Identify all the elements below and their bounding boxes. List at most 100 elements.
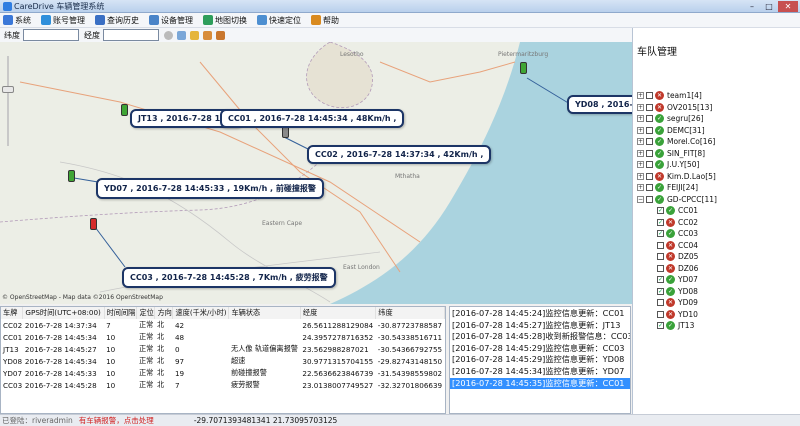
tree-checkbox[interactable] — [646, 138, 653, 146]
expand-icon[interactable]: + — [637, 184, 644, 192]
tree-checkbox[interactable] — [646, 149, 653, 157]
expand-icon[interactable]: + — [637, 149, 644, 157]
expand-icon[interactable]: + — [637, 161, 644, 169]
pencil-icon[interactable] — [216, 30, 225, 40]
log-line[interactable]: [2016-07-28 14:45:34]监控信息更新：YD07 — [450, 366, 630, 378]
log-line[interactable]: [2016-07-28 14:45:29]监控信息更新：YD08 — [450, 354, 630, 366]
vehicle-marker-yd08[interactable] — [520, 62, 527, 74]
log-line[interactable]: [2016-07-28 14:45:29]监控信息更新：CC03 — [450, 343, 630, 355]
column-header[interactable]: 纬度 — [375, 307, 445, 319]
table-row[interactable]: CC02 2016-7-28 14:37:34 7 正常北 42 26.561128812… — [1, 319, 445, 331]
expand-icon[interactable]: − — [637, 195, 644, 203]
expand-icon[interactable]: + — [637, 138, 644, 146]
tree-group[interactable]: + ✓ Morel.Co[16] — [637, 136, 717, 148]
tree-checkbox[interactable] — [646, 126, 653, 134]
callout-cc01[interactable]: CC01 , 2016-7-28 14:45:34 , 48Km/h , — [220, 109, 405, 128]
tree-checkbox[interactable] — [646, 172, 653, 180]
tree-vehicle[interactable]: ✓ ✓ CC01 — [637, 205, 717, 217]
tree-checkbox[interactable]: ✓ — [657, 276, 664, 284]
column-header[interactable]: 时间间隔 — [104, 307, 138, 319]
column-header[interactable]: 方向 — [154, 307, 174, 319]
log-line[interactable]: [2016-07-28 14:45:28]收到新报警信息：CC03 — [450, 331, 630, 343]
tree-vehicle[interactable]: ✓ ✓ YD08 — [637, 286, 717, 298]
minimize-button[interactable]: – — [744, 1, 760, 12]
menu-item-2[interactable]: 查询历史 — [95, 15, 139, 26]
tree-checkbox[interactable]: ✓ — [657, 322, 664, 330]
tree-checkbox[interactable]: ✓ — [657, 230, 664, 238]
tree-vehicle[interactable]: ✕ DZ06 — [637, 263, 717, 275]
tree-checkbox[interactable] — [657, 264, 664, 272]
expand-icon[interactable]: + — [637, 92, 644, 100]
menu-item-0[interactable]: 系统 — [3, 15, 31, 26]
vehicle-marker-yd07[interactable] — [68, 170, 75, 182]
alarm-notice-link[interactable]: 有车辆报警，点击处理 — [79, 415, 154, 426]
longitude-input[interactable] — [103, 29, 159, 41]
tree-group[interactable]: + ✓ DEMC[31] — [637, 125, 717, 137]
menu-item-4[interactable]: 地图切换 — [203, 15, 247, 26]
zoom-thumb[interactable] — [2, 86, 14, 93]
tree-checkbox[interactable] — [646, 161, 653, 169]
latitude-input[interactable] — [23, 29, 79, 41]
menu-item-6[interactable]: 帮助 — [311, 15, 339, 26]
table-row[interactable]: YD08 2016-7-28 14:45:34 10 正常北 97 超速 30.977131… — [1, 355, 445, 367]
column-header[interactable]: GPS时间(UTC+08:00) — [22, 307, 105, 319]
column-header[interactable]: 车辆状态 — [228, 307, 301, 319]
event-log[interactable]: [2016-07-28 14:45:24]监控信息更新：CC01 [2016-07… — [449, 306, 631, 414]
measure-icon[interactable] — [190, 30, 199, 40]
menu-item-3[interactable]: 设备管理 — [149, 15, 193, 26]
tree-group[interactable]: + ✕ Kim.D.Lao[5] — [637, 171, 717, 183]
tree-checkbox[interactable] — [657, 310, 664, 318]
maximize-button[interactable]: □ — [761, 1, 777, 12]
tree-group[interactable]: + ✓ J.U.Y[50] — [637, 159, 717, 171]
tree-checkbox[interactable] — [646, 92, 653, 100]
tree-checkbox[interactable] — [646, 195, 653, 203]
tree-vehicle[interactable]: ✓ ✓ YD07 — [637, 274, 717, 286]
table-row[interactable]: JT13 2016-7-28 14:45:27 10 正常北 0 无人像 轨道偏离报警 23… — [1, 343, 445, 355]
column-header[interactable]: 经度 — [300, 307, 377, 319]
tree-vehicle[interactable]: ✕ CC04 — [637, 240, 717, 252]
edit-icon[interactable] — [203, 30, 212, 40]
tree-vehicle[interactable]: ✓ ✕ CC02 — [637, 217, 717, 229]
table-row[interactable]: YD07 2016-7-28 14:45:33 10 正常北 19 前碰撞报警 22.563… — [1, 367, 445, 379]
tree-group[interactable]: + ✕ OV2015[13] — [637, 102, 717, 114]
tree-group[interactable]: + ✓ segru[26] — [637, 113, 717, 125]
tree-vehicle[interactable]: ✕ YD10 — [637, 309, 717, 321]
tree-checkbox[interactable]: ✓ — [657, 218, 664, 226]
expand-icon[interactable]: + — [637, 126, 644, 134]
column-header[interactable]: 定位 — [136, 307, 156, 319]
tree-vehicle[interactable]: ✓ ✓ JT13 — [637, 320, 717, 332]
vehicle-marker-jt13[interactable] — [121, 104, 128, 116]
target-icon[interactable] — [164, 30, 173, 40]
callout-yd08[interactable]: YD08 , 2016-7-28 1 — [567, 95, 632, 114]
expand-icon[interactable]: + — [637, 172, 644, 180]
layer-icon[interactable] — [177, 30, 186, 40]
tree-checkbox[interactable] — [657, 253, 664, 261]
tree-vehicle[interactable]: ✕ DZ05 — [637, 251, 717, 263]
callout-cc02[interactable]: CC02 , 2016-7-28 14:37:34 , 42Km/h , — [307, 145, 492, 164]
tree-checkbox[interactable]: ✓ — [657, 287, 664, 295]
tree-checkbox[interactable] — [646, 115, 653, 123]
tree-checkbox[interactable] — [657, 299, 664, 307]
tree-group[interactable]: − ✓ GD-CPCC[11] — [637, 194, 717, 206]
map-view[interactable]: Lesotho Pietermaritzburg Eastern Cape Mt… — [0, 42, 632, 304]
close-button[interactable]: ✕ — [778, 1, 798, 12]
tree-group[interactable]: + ✓ FEIJI[24] — [637, 182, 717, 194]
tree-vehicle[interactable]: ✓ ✓ CC03 — [637, 228, 717, 240]
tree-vehicle[interactable]: ✕ YD09 — [637, 297, 717, 309]
menu-item-5[interactable]: 快速定位 — [257, 15, 301, 26]
log-line[interactable]: [2016-07-28 14:45:24]监控信息更新：CC01 — [450, 308, 630, 320]
tree-group[interactable]: + ✓ SIN_FIT[8] — [637, 148, 717, 160]
callout-cc03[interactable]: CC03 , 2016-7-28 14:45:28 , 7Km/h , 疲劳报警 — [122, 267, 336, 288]
tree-checkbox[interactable]: ✓ — [657, 207, 664, 215]
tree-checkbox[interactable] — [646, 103, 653, 111]
menu-item-1[interactable]: 账号管理 — [41, 15, 85, 26]
vehicle-marker-cc03[interactable] — [90, 218, 97, 230]
zoom-slider[interactable] — [2, 56, 14, 146]
tree-group[interactable]: + ✕ team1[4] — [637, 90, 717, 102]
tree-checkbox[interactable] — [657, 241, 664, 249]
column-header[interactable]: 车牌 — [1, 307, 24, 319]
expand-icon[interactable]: + — [637, 115, 644, 123]
column-header[interactable]: 速度(千米/小时) — [172, 307, 230, 319]
expand-icon[interactable]: + — [637, 103, 644, 111]
table-row[interactable]: CC01 2016-7-28 14:45:34 10 正常北 48 24.39572787… — [1, 331, 445, 343]
